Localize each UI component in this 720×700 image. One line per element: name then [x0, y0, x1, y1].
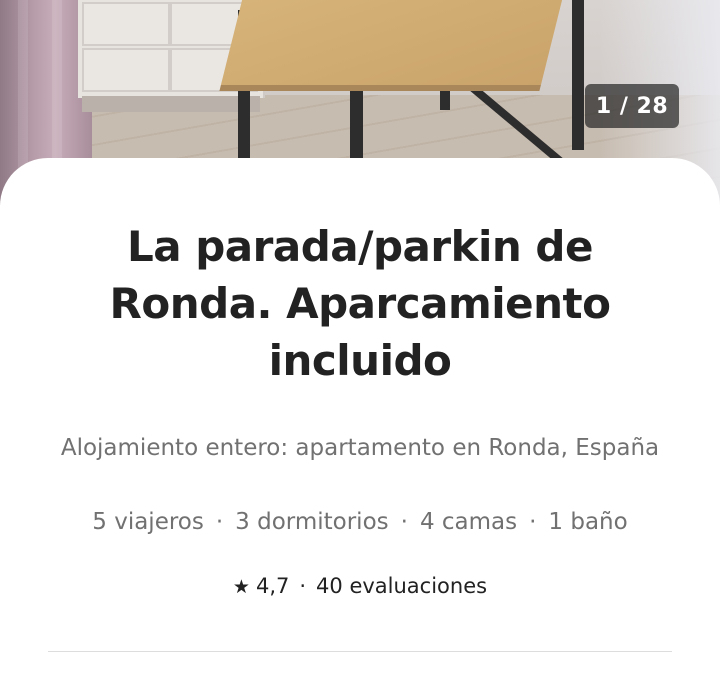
baths-count: 1 baño — [548, 509, 628, 535]
details-separator: · — [215, 509, 224, 535]
bedrooms-count: 3 dormitorios — [235, 509, 389, 535]
beds-count: 4 camas — [419, 509, 518, 535]
details-separator: · — [400, 509, 408, 535]
listing-screen: 1 / 28 La parada/parkin de Ronda. Aparca… — [0, 0, 720, 700]
reviews-link[interactable]: 40 evaluaciones — [316, 574, 487, 598]
listing-card: La parada/parkin de Ronda. Aparcamiento … — [0, 158, 720, 700]
listing-details: 5 viajeros · 3 dormitorios · 4 camas · 1 baño — [20, 504, 700, 540]
rating-separator: · — [299, 574, 307, 598]
table-leg — [350, 80, 363, 165]
star-icon: ★ — [232, 576, 250, 598]
section-divider — [48, 651, 672, 652]
rating-score: 4,7 — [255, 574, 290, 598]
guests-count: 5 viajeros — [92, 509, 204, 535]
cabinet-base — [82, 96, 260, 112]
photo-table-top — [219, 0, 565, 91]
listing-title: La parada/parkin de Ronda. Aparcamiento … — [109, 222, 611, 385]
cabinet-drawer — [82, 2, 170, 46]
listing-subtitle: Alojamiento entero: apartamento en Ronda… — [60, 435, 660, 461]
rating-row[interactable]: ★ 4,7 · 40 evaluaciones — [0, 568, 720, 605]
cabinet-drawer — [82, 48, 170, 92]
table-leg — [572, 0, 584, 150]
details-separator: · — [529, 509, 537, 535]
photo-counter: 1 / 28 — [585, 84, 679, 128]
